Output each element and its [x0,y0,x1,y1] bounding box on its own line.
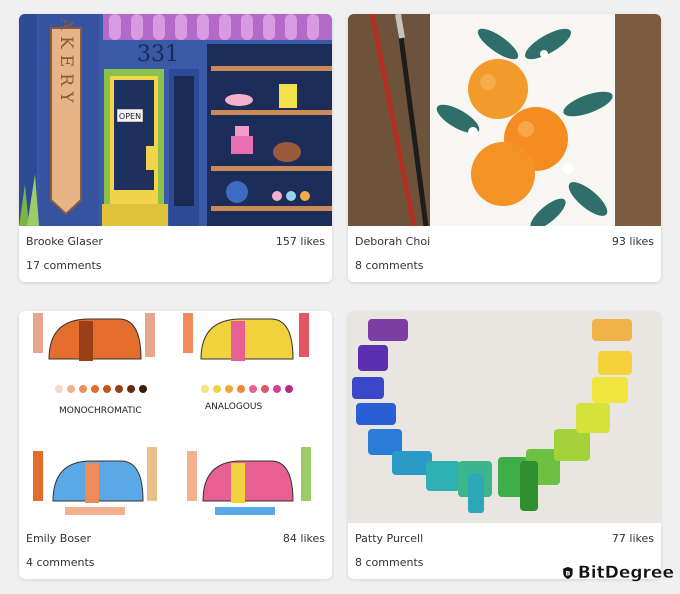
comments-count[interactable]: 17 comments [26,259,102,272]
project-card[interactable]: Deborah Choi 93 likes 8 comments [348,14,661,282]
card-meta: Deborah Choi 93 likes 8 comments [348,226,661,282]
author-name[interactable]: Deborah Choi [355,235,430,248]
shield-b-icon: B [562,566,574,580]
project-card[interactable]: MONOCHROMATIC ANALOGOUS Emily Boser 84 l… [19,311,332,579]
bakery-sign: BAKERY [56,14,76,109]
card-meta: Brooke Glaser 157 likes 17 comments [19,226,332,282]
project-card[interactable]: Patty Purcell 77 likes 8 comments [348,311,661,579]
project-thumbnail-campers[interactable]: MONOCHROMATIC ANALOGOUS [19,311,332,523]
comments-count[interactable]: 8 comments [355,259,424,272]
project-thumbnail-oranges[interactable] [348,14,661,226]
comments-count[interactable]: 4 comments [26,556,95,569]
house-number: 331 [137,42,179,67]
likes-count: 157 likes [275,235,325,248]
author-name[interactable]: Brooke Glaser [26,235,103,248]
svg-text:B: B [565,570,570,577]
likes-count: 93 likes [611,235,654,248]
project-thumbnail-bakery[interactable]: BAKERY 331 OPEN [19,14,332,226]
comments-count[interactable]: 8 comments [355,556,424,569]
gallery-page: BAKERY 331 OPEN Brooke Glaser 157 likes … [0,0,680,594]
open-sign: OPEN [119,112,141,121]
likes-count: 84 likes [282,532,325,545]
likes-count: 77 likes [611,532,654,545]
author-name[interactable]: Patty Purcell [355,532,423,545]
bitdegree-watermark: B BitDegree [562,555,674,591]
project-thumbnail-rainbow[interactable] [348,311,661,523]
card-meta: Emily Boser 84 likes 4 comments [19,523,332,579]
label-monochromatic: MONOCHROMATIC [59,406,142,416]
author-name[interactable]: Emily Boser [26,532,91,545]
project-card[interactable]: BAKERY 331 OPEN Brooke Glaser 157 likes … [19,14,332,282]
brand-name: BitDegree [577,563,675,583]
label-analogous: ANALOGOUS [205,402,262,412]
